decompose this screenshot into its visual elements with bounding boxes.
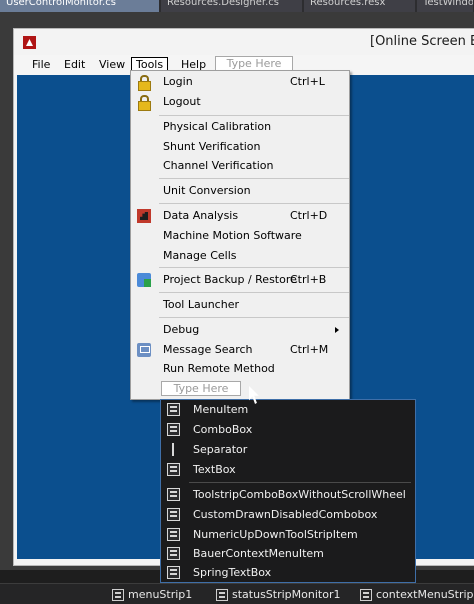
dropdown-type-here-input[interactable]: Type Here (161, 381, 241, 396)
menu-item-label: Machine Motion Software (163, 229, 302, 242)
chart-icon (137, 209, 151, 223)
menu-item-debug[interactable]: Debug (131, 320, 349, 340)
component-icon (360, 589, 372, 601)
menu-item-shortcut: Ctrl+D (290, 209, 328, 222)
menu-separator (159, 292, 349, 293)
menu-item-label: Data Analysis (163, 209, 239, 222)
tray-item-label: contextMenuStrip1 (376, 588, 474, 601)
menu-item-data-analysis[interactable]: Data Analysis Ctrl+D (131, 206, 349, 226)
popup-item-label: BauerContextMenuItem (193, 547, 324, 560)
backup-icon (137, 273, 151, 287)
custom-control-icon (167, 566, 180, 579)
tab-label: TestWindo (423, 0, 474, 8)
menu-edit[interactable]: Edit (60, 57, 89, 73)
menu-separator (159, 115, 349, 116)
tab-test-window[interactable]: TestWindo (417, 0, 474, 12)
menu-item-label: Logout (163, 95, 201, 108)
popup-item-toolstrip-combobox-no-scroll[interactable]: ToolstripComboBoxWithoutScrollWheel (161, 485, 415, 505)
menu-item-login[interactable]: Login Ctrl+L (131, 72, 349, 92)
custom-control-icon (167, 547, 180, 560)
textbox-icon (167, 463, 180, 476)
tools-dropdown-menu: Login Ctrl+L Logout Physical Calibration… (130, 70, 350, 400)
popup-item-menu-item[interactable]: MenuItem (161, 400, 415, 420)
menu-separator (159, 267, 349, 268)
menu-item-label: Manage Cells (163, 249, 237, 262)
menu-item-run-remote-method[interactable]: Run Remote Method (131, 359, 349, 379)
popup-item-textbox[interactable]: TextBox (161, 460, 415, 480)
tab-resources-designer[interactable]: Resources.Designer.cs (161, 0, 303, 12)
component-icon (216, 589, 228, 601)
popup-item-label: Separator (193, 443, 248, 456)
tab-label: UserControlMonitor.cs (6, 0, 116, 8)
popup-item-label: NumericUpDownToolStripItem (193, 528, 358, 541)
popup-item-separator[interactable]: Separator (161, 440, 415, 460)
menu-item-logout[interactable]: Logout (131, 92, 349, 112)
tab-label: Resources.resx (310, 0, 386, 8)
menu-item-shortcut: Ctrl+L (290, 75, 325, 88)
app-logo-icon (23, 36, 36, 49)
tab-resources-resx[interactable]: Resources.resx (304, 0, 416, 12)
popup-item-combobox[interactable]: ComboBox (161, 420, 415, 440)
menu-item-label: Project Backup / Restore (163, 273, 297, 286)
menu-item-manage-cells[interactable]: Manage Cells (131, 246, 349, 266)
popup-item-label: TextBox (193, 463, 236, 476)
menu-separator (159, 178, 349, 179)
menu-item-physical-calibration[interactable]: Physical Calibration (131, 117, 349, 137)
popup-item-label: ToolstripComboBoxWithoutScrollWheel (193, 488, 406, 501)
combobox-icon (167, 423, 180, 436)
message-icon (137, 343, 151, 357)
popup-item-label: ComboBox (193, 423, 253, 436)
menu-item-shunt-verification[interactable]: Shunt Verification (131, 137, 349, 157)
popup-item-bauer-context-menu-item[interactable]: BauerContextMenuItem (161, 544, 415, 564)
popup-item-custom-drawn-disabled-combobox[interactable]: CustomDrawnDisabledCombobox (161, 505, 415, 525)
popup-separator (189, 482, 411, 483)
separator-icon (167, 443, 180, 456)
menu-item-project-backup-restore[interactable]: Project Backup / Restore Ctrl+B (131, 270, 349, 290)
custom-control-icon (167, 508, 180, 521)
tray-item-label: menuStrip1 (128, 588, 193, 601)
lock-icon (137, 95, 151, 111)
menu-item-message-search[interactable]: Message Search Ctrl+M (131, 340, 349, 360)
menu-item-machine-motion-software[interactable]: Machine Motion Software (131, 226, 349, 246)
menu-item-shortcut: Ctrl+M (290, 343, 329, 356)
menu-file[interactable]: File (28, 57, 54, 73)
popup-item-label: SpringTextBox (193, 566, 272, 579)
menu-item-label: Run Remote Method (163, 362, 275, 375)
submenu-arrow-icon (335, 327, 339, 333)
lock-icon (137, 75, 151, 91)
form-title: [Online Screen Ba (370, 34, 474, 49)
menu-item-label: Unit Conversion (163, 184, 251, 197)
item-type-popup: MenuItem ComboBox Separator TextBox Tool… (160, 399, 416, 583)
popup-item-label: MenuItem (193, 403, 249, 416)
menu-item-label: Physical Calibration (163, 120, 272, 133)
menu-item-label: Debug (163, 323, 200, 336)
custom-control-icon (167, 488, 180, 501)
component-icon (112, 589, 124, 601)
tab-user-control-monitor[interactable]: UserControlMonitor.cs (0, 0, 160, 12)
menu-item-unit-conversion[interactable]: Unit Conversion (131, 181, 349, 201)
menu-item-label: Shunt Verification (163, 140, 261, 153)
menu-separator (159, 203, 349, 204)
tab-label: Resources.Designer.cs (167, 0, 280, 8)
menu-item-label: Message Search (163, 343, 253, 356)
menu-item-channel-verification[interactable]: Channel Verification (131, 156, 349, 176)
component-tray: menuStrip1 statusStripMonitor1 contextMe… (0, 583, 474, 604)
popup-item-numeric-updown-toolstrip-item[interactable]: NumericUpDownToolStripItem (161, 525, 415, 545)
popup-item-spring-textbox[interactable]: SpringTextBox (161, 563, 415, 583)
custom-control-icon (167, 528, 180, 541)
menu-item-label: Channel Verification (163, 159, 274, 172)
menu-item-icon (167, 403, 180, 416)
menu-item-tool-launcher[interactable]: Tool Launcher (131, 295, 349, 315)
menu-separator (159, 317, 349, 318)
menu-view[interactable]: View (95, 57, 129, 73)
popup-item-label: CustomDrawnDisabledCombobox (193, 508, 378, 521)
ide-document-tabs: UserControlMonitor.cs Resources.Designer… (0, 0, 474, 12)
tray-item-label: statusStripMonitor1 (232, 588, 341, 601)
form-titlebar: [Online Screen Ba (14, 29, 474, 55)
menu-item-label: Login (163, 75, 193, 88)
menu-item-label: Tool Launcher (163, 298, 239, 311)
menu-item-shortcut: Ctrl+B (290, 273, 327, 286)
